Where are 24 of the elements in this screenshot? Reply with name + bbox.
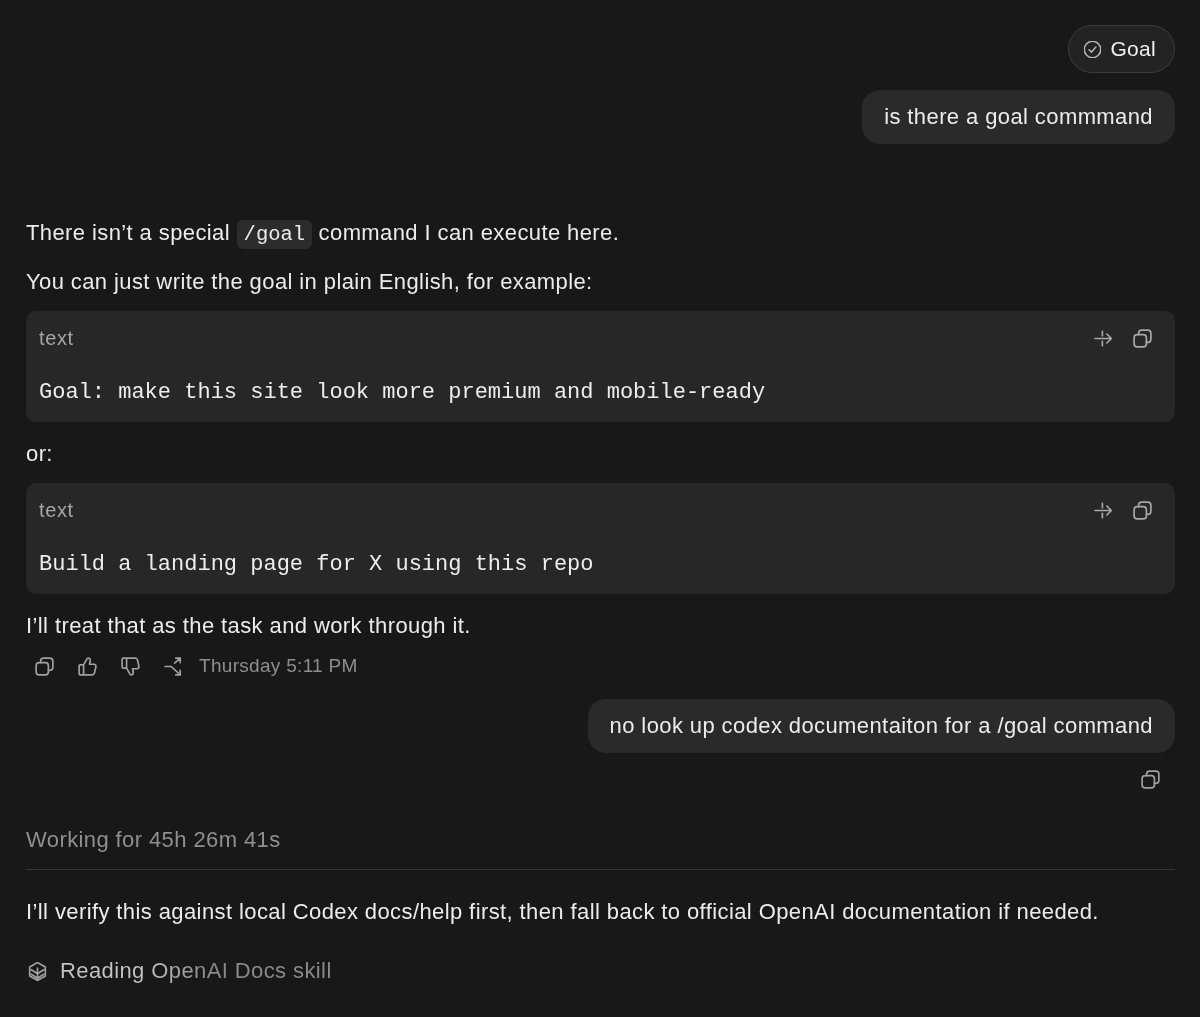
message-bubble: is there a goal commmand [862,90,1175,144]
goal-chip[interactable]: Goal [1068,25,1175,73]
thumbs-down-icon[interactable] [121,656,140,676]
copy-icon[interactable] [1141,770,1160,789]
hexagon-icon [28,961,47,981]
message-bubble: no look up codex documentaiton for a /goal command [587,699,1175,753]
code-text: Goal: make this site look more premium and mobile-ready [39,379,767,407]
arrow-right-icon[interactable] [1094,500,1113,520]
message-text: You can just write the goal in plain English, for example: [26,268,594,296]
fork-arrow-icon[interactable] [164,656,183,676]
copy-icon[interactable] [35,656,54,676]
message-text: or: [26,440,54,468]
arrow-right-icon[interactable] [1094,328,1113,348]
message-text: There isn’t a special /goal command I can execute here. [26,218,1175,250]
copy-icon[interactable] [1133,328,1152,348]
code-language-label: text [39,327,74,349]
thumbs-up-icon[interactable] [78,656,97,676]
timestamp: Thursday 5:11 PM [199,655,358,677]
code-language-label: text [39,499,74,521]
message-text: I’ll verify this against local Codex docs/help first, then fall back to official OpenAI documentation if needed. [26,898,1100,926]
message-text: I’ll treat that as the task and work through it. [26,612,472,640]
working-status[interactable]: Working for 45h 26m 41s [26,825,1175,855]
code-text: Build a landing page for X using this repo [39,551,595,579]
copy-icon[interactable] [1133,500,1152,520]
